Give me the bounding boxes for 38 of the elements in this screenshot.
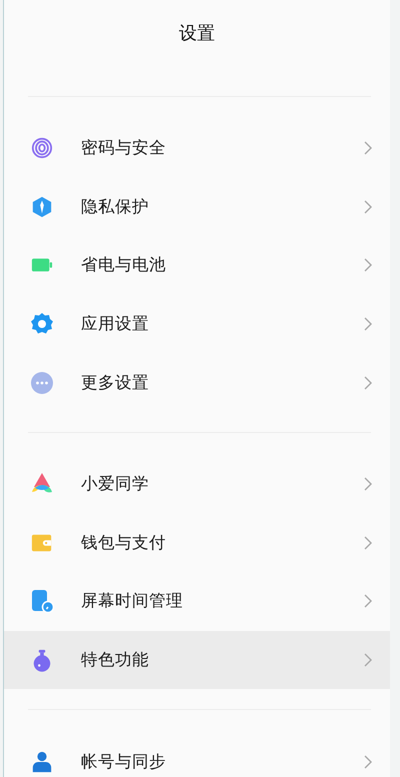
item-label: 屏幕时间管理 (81, 590, 184, 612)
settings-item[interactable]: 屏幕时间管理 (4, 572, 390, 631)
settings-item[interactable]: 特色功能 (4, 630, 390, 690)
settings-item[interactable]: 帐号与同步 (4, 732, 390, 777)
item-label: 隐私保护 (81, 196, 150, 218)
settings-item[interactable]: 密码与安全 (4, 119, 390, 178)
settings-item[interactable]: 应用设置 (4, 294, 390, 354)
chevron-right-icon (364, 317, 372, 332)
screen-time-icon (30, 589, 54, 614)
shield-icon (31, 196, 53, 218)
chevron-right-icon (364, 653, 372, 668)
flask-icon (31, 648, 53, 672)
settings-item[interactable]: 省电与电池 (4, 236, 390, 295)
settings-item[interactable]: 隐私保护 (4, 178, 390, 236)
item-label: 密码与安全 (81, 137, 167, 160)
more-icon (30, 370, 54, 395)
settings-item[interactable]: 小爱同学 (4, 454, 390, 514)
chevron-right-icon (364, 141, 372, 156)
page-title: 设置 (179, 22, 215, 45)
chevron-right-icon (364, 754, 372, 769)
item-label: 应用设置 (81, 313, 150, 336)
item-label: 帐号与同步 (81, 750, 167, 773)
person-icon (31, 750, 53, 774)
item-label: 更多设置 (81, 372, 150, 394)
item-label: 小爱同学 (81, 473, 150, 496)
item-label: 特色功能 (81, 649, 150, 672)
chevron-right-icon (364, 594, 372, 608)
item-label: 省电与电池 (81, 254, 167, 276)
gear-icon (30, 312, 54, 336)
chevron-right-icon (364, 200, 372, 214)
chevron-right-icon (364, 258, 372, 272)
item-label: 钱包与支付 (81, 532, 167, 554)
settings-item[interactable]: 钱包与支付 (4, 514, 390, 572)
settings-item[interactable]: 更多设置 (4, 353, 390, 412)
chevron-right-icon (364, 477, 372, 492)
fingerprint-icon (31, 137, 53, 160)
chevron-right-icon (364, 376, 372, 390)
chevron-right-icon (364, 536, 372, 550)
